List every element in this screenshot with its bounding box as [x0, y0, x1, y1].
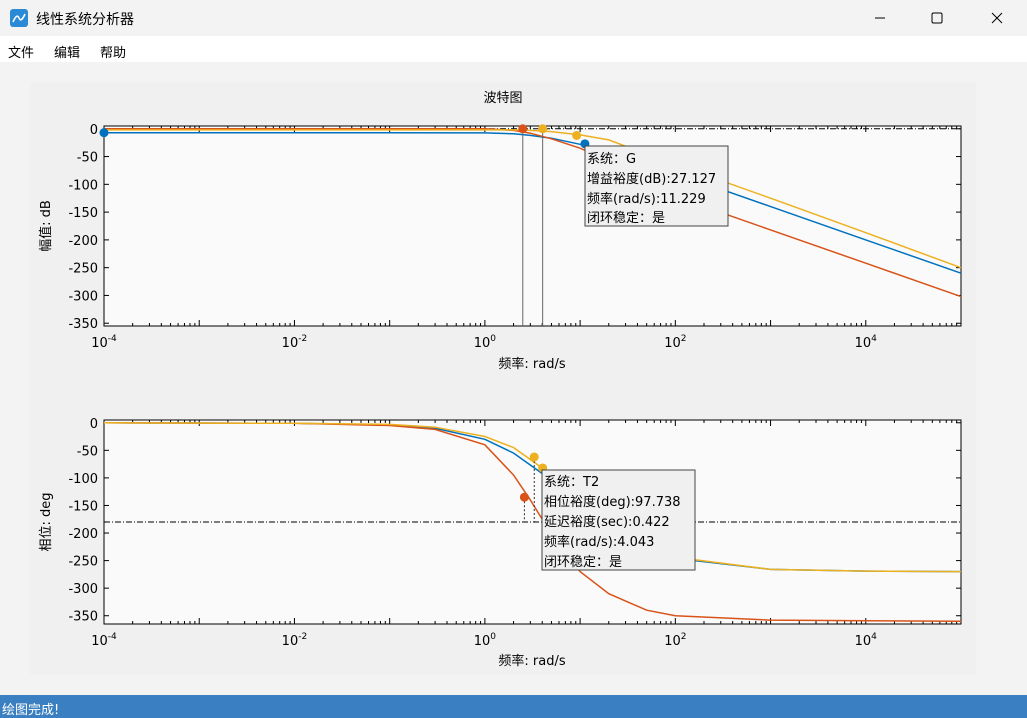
status-bar: 绘图完成!	[0, 695, 1027, 718]
phase-xlabel: 频率: rad/s	[498, 653, 565, 669]
bode-figure: 波特图 0-50-100-150-200-250-300-350 10-4 10-…	[30, 82, 976, 674]
phase-tooltip: 系统：T2 相位裕度(deg):97.738 延迟裕度(sec):0.422 频…	[541, 469, 696, 571]
magnitude-tooltip: 系统：G 增益裕度(dB):27.127 频率(rad/s):11.229 闭环…	[584, 145, 729, 227]
ytick-label: -100	[68, 472, 98, 487]
data-marker	[529, 452, 539, 462]
figure-title: 波特图	[483, 91, 522, 106]
close-button[interactable]	[974, 0, 1020, 36]
status-text: 绘图完成!	[2, 703, 60, 718]
minimize-button[interactable]	[857, 0, 903, 36]
minimize-icon	[875, 17, 885, 19]
ytick-label: -50	[77, 151, 98, 166]
data-marker	[572, 130, 582, 140]
window-title: 线性系统分析器	[36, 12, 134, 28]
data-marker	[99, 128, 109, 138]
menu-file[interactable]: 文件	[8, 42, 34, 61]
phase-tooltip-line: 频率(rad/s):4.043	[544, 534, 654, 550]
data-marker	[518, 124, 528, 134]
ytick-label: 0	[90, 417, 98, 432]
magnitude-xlabel: 频率: rad/s	[498, 356, 565, 372]
plot-area: 波特图 0 -50 -100 -150 -200 -250 -300 -350 10-4 10-…	[0, 62, 1027, 695]
ytick-label: -200	[68, 527, 98, 542]
ytick-label: -250	[68, 555, 98, 570]
magnitude-tooltip-line: 增益裕度(dB):27.127	[587, 171, 716, 187]
magnitude-ylabel: 幅值: dB	[38, 200, 54, 252]
maximize-button[interactable]	[914, 0, 960, 36]
magnitude-axes-box	[103, 125, 962, 327]
data-marker	[519, 492, 529, 502]
app-icon	[10, 9, 28, 27]
magnitude-tooltip-line: 闭环稳定：是	[587, 210, 665, 226]
ytick-label: 0	[90, 123, 98, 138]
title-bar: 线性系统分析器	[0, 0, 1027, 36]
menu-bar: 文件 编辑 帮助	[0, 36, 1027, 62]
menu-help[interactable]: 帮助	[100, 42, 126, 61]
phase-tooltip-line: 系统：T2	[544, 475, 599, 490]
ytick-label: -300	[68, 289, 98, 304]
magnitude-tooltip-line: 系统：G	[587, 152, 636, 167]
ytick-label: -150	[68, 206, 98, 221]
ytick-label: -250	[68, 262, 98, 277]
close-icon	[991, 12, 1003, 24]
ytick-label: -200	[68, 234, 98, 249]
ytick-label: -350	[68, 317, 98, 332]
maximize-icon	[931, 12, 943, 24]
data-marker	[538, 124, 548, 134]
ytick-label: -50	[77, 444, 98, 459]
phase-tooltip-line: 延迟裕度(sec):0.422	[544, 514, 670, 530]
ytick-label: -300	[68, 582, 98, 597]
magnitude-tooltip-line: 频率(rad/s):11.229	[587, 191, 706, 207]
phase-ylabel: 相位: deg	[39, 492, 54, 551]
ytick-label: -100	[68, 178, 98, 193]
phase-tooltip-line: 相位裕度(deg):97.738	[544, 494, 681, 510]
ytick-label: -150	[68, 499, 98, 514]
menu-edit[interactable]: 编辑	[54, 42, 80, 61]
ytick-label: -350	[68, 610, 98, 625]
phase-tooltip-line: 闭环稳定：是	[544, 554, 622, 570]
